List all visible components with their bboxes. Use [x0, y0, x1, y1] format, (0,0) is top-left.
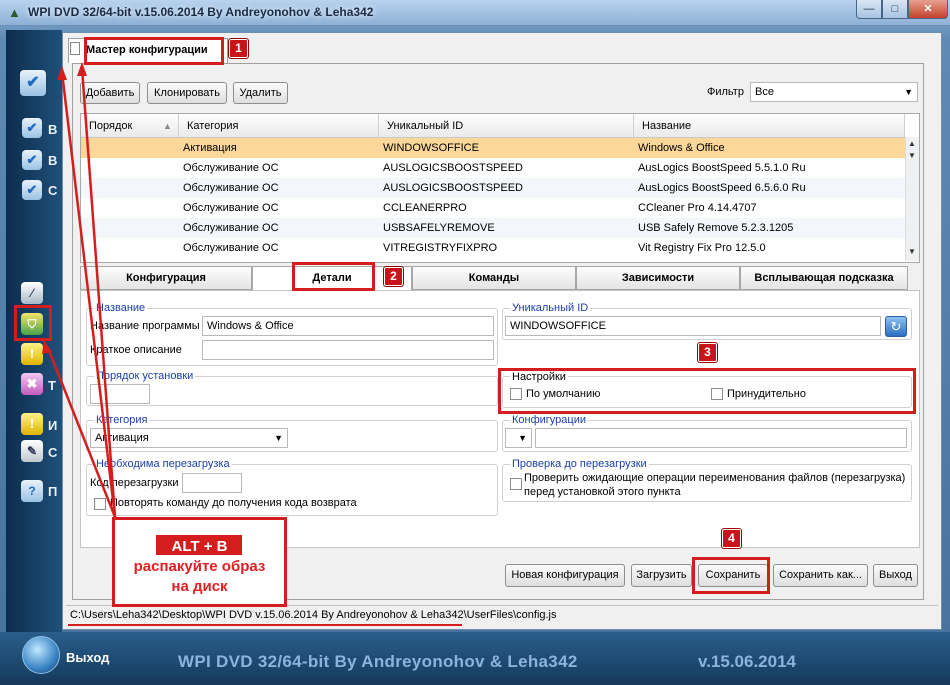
callout-text-2: распакуйте образ	[133, 558, 266, 575]
badge-3: 3	[698, 343, 717, 362]
callout-text-3: на диск	[171, 578, 228, 595]
highlight-config-tab	[84, 37, 224, 65]
badge-4: 4	[722, 529, 741, 548]
highlight-sidebar-icon	[14, 305, 52, 341]
highlight-settings	[498, 368, 916, 414]
badge-1: 1	[229, 39, 248, 58]
highlight-save-button	[692, 557, 770, 594]
highlight-details-tab	[292, 262, 375, 291]
badge-2: 2	[384, 267, 403, 286]
callout-hotkey: ALT + B	[171, 538, 228, 555]
